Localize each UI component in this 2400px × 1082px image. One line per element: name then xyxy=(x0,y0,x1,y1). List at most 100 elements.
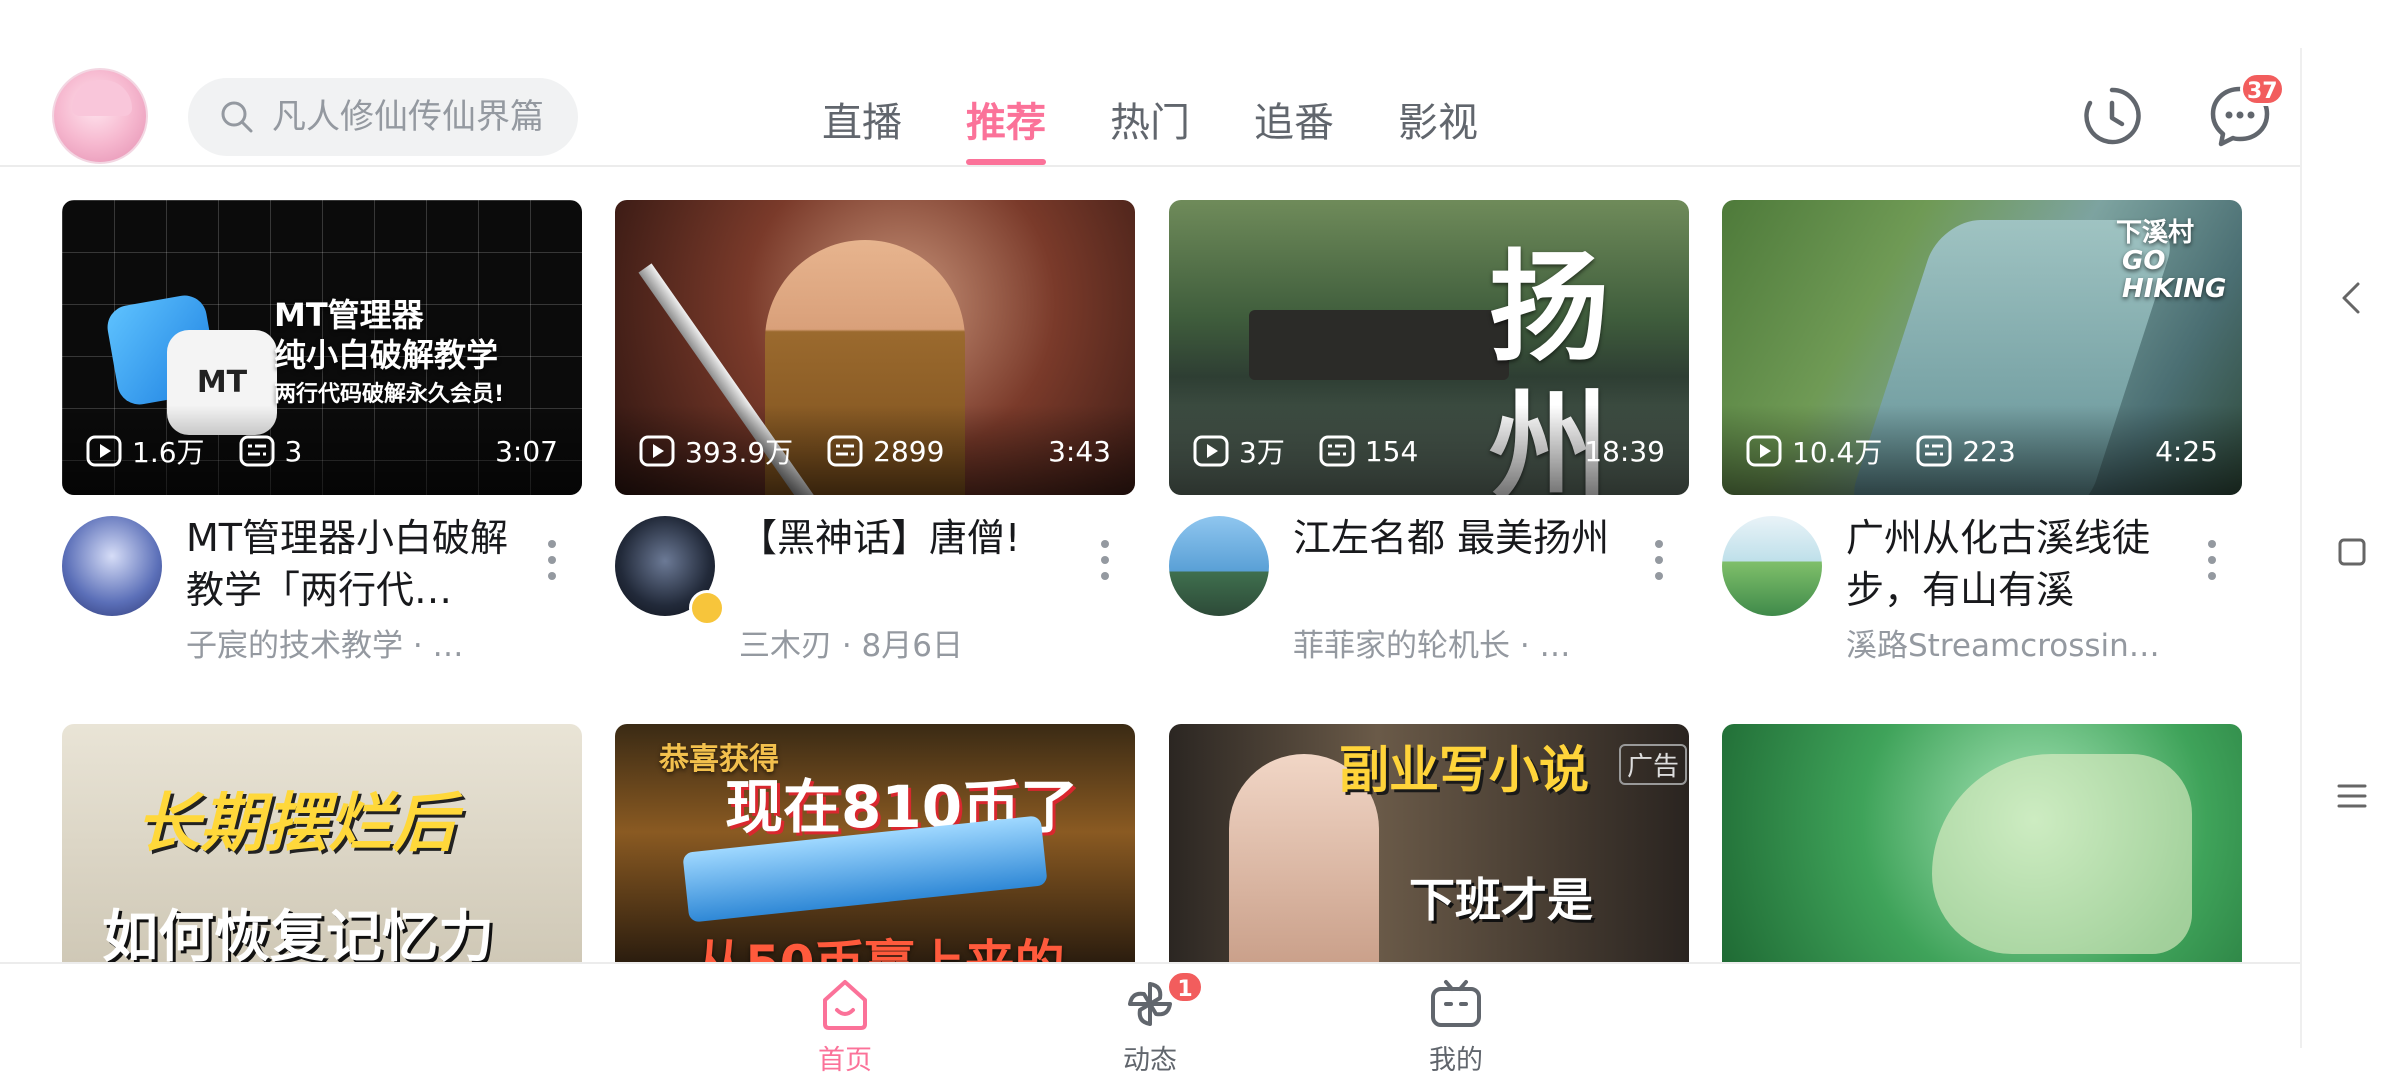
thumb-caption-2: 纯小白破解教学 xyxy=(274,336,499,374)
video-thumbnail[interactable]: 副业写小说 广告 下班才是 xyxy=(1169,724,1689,964)
view-count: 3万 xyxy=(1193,431,1285,471)
home-icon xyxy=(823,980,867,1030)
video-meta[interactable]: 三木刃 · 8月6日 xyxy=(739,620,1069,665)
danmaku-count-text: 3 xyxy=(284,434,303,468)
nav-mine[interactable]: 我的 xyxy=(1396,976,1516,1077)
video-stats: 10.4万 223 4:25 xyxy=(1746,433,2218,469)
tab-movies[interactable]: 影视 xyxy=(1366,80,1510,165)
danmaku-count: 223 xyxy=(1916,434,2016,468)
back-icon[interactable] xyxy=(2330,276,2374,320)
view-count-text: 10.4万 xyxy=(1792,436,1883,469)
nav-mine-label: 我的 xyxy=(1429,1045,1483,1076)
bottom-navigation: 首页 1 动态 我的 xyxy=(0,962,2300,1082)
video-meta[interactable]: 溪路Streamcrossin… xyxy=(1846,620,2176,665)
danmaku-count: 154 xyxy=(1319,435,1418,468)
tab-anime[interactable]: 追番 xyxy=(1222,80,1366,165)
video-meta[interactable]: 子宸的技术教学 · … xyxy=(186,620,516,665)
top-bar: 直播 推荐 热门 追番 影视 37 xyxy=(0,0,2300,167)
play-count-icon xyxy=(86,435,122,467)
home-square-icon[interactable] xyxy=(2330,530,2374,574)
video-thumbnail[interactable]: 393.9万 2899 3:43 xyxy=(615,200,1135,495)
play-count-icon xyxy=(639,435,675,467)
video-thumbnail[interactable]: MT MT管理器 纯小白破解教学 两行代码破解永久会员! 1.6万 3 3:07 xyxy=(62,200,582,495)
view-count: 393.9万 xyxy=(639,431,793,471)
video-duration: 3:43 xyxy=(1048,434,1111,468)
thumb-caption-1: 副业写小说 xyxy=(1339,741,1589,799)
video-info: 江左名都 最美扬州 菲菲家的轮机长 · … xyxy=(1169,512,1689,672)
user-avatar[interactable] xyxy=(52,68,148,164)
video-info: MT管理器小白破解教学「两行代… 子宸的技术教学 · … xyxy=(62,512,582,672)
video-thumbnail[interactable]: 恭喜获得 现在810币了 从50币赢上来的 xyxy=(615,724,1135,964)
category-tabs: 直播 推荐 热门 追番 影视 xyxy=(790,80,1510,165)
view-count-text: 1.6万 xyxy=(132,436,205,469)
video-thumbnail[interactable] xyxy=(1722,724,2242,964)
pavilion-image xyxy=(1249,310,1509,380)
tv-icon xyxy=(1431,980,1481,1027)
thumb-caption-2: GO xyxy=(2122,246,2166,276)
thumb-caption-3: 两行代码破解永久会员! xyxy=(274,382,505,407)
video-duration: 3:07 xyxy=(495,434,558,468)
nav-home-label: 首页 xyxy=(818,1045,872,1076)
thumb-caption-2: 如何恢复记忆力 xyxy=(102,905,494,964)
video-meta[interactable]: 菲菲家的轮机长 · … xyxy=(1293,620,1623,665)
danmaku-count-text: 223 xyxy=(1962,434,2016,468)
video-info: 广州从化古溪线徒步，有山有溪 溪路Streamcrossin… xyxy=(1722,512,2242,672)
nav-dynamic-badge: 1 xyxy=(1166,970,1204,1004)
more-options-icon[interactable] xyxy=(2202,540,2222,590)
menu-icon[interactable] xyxy=(2330,774,2374,818)
danmaku-icon xyxy=(1916,435,1952,467)
danmaku-icon xyxy=(827,435,863,467)
search-box[interactable] xyxy=(188,78,578,156)
thumb-caption-3: HIKING xyxy=(2122,274,2227,304)
clock-icon[interactable] xyxy=(2080,84,2144,148)
more-options-icon[interactable] xyxy=(1649,540,1669,590)
video-stats: 393.9万 2899 3:43 xyxy=(639,433,1111,469)
verified-badge-icon xyxy=(689,590,725,626)
tab-hot[interactable]: 热门 xyxy=(1078,80,1222,165)
play-count-icon xyxy=(1193,435,1229,467)
thumb-caption-1: 下溪村 xyxy=(2116,218,2195,248)
tab-live[interactable]: 直播 xyxy=(790,80,934,165)
thumb-caption-2: 下班才是 xyxy=(1409,873,1593,927)
search-input[interactable] xyxy=(270,96,574,138)
more-options-icon[interactable] xyxy=(1095,540,1115,590)
video-thumbnail[interactable]: 扬 州 3万 154 18:39 xyxy=(1169,200,1689,495)
video-stats: 3万 154 18:39 xyxy=(1193,433,1665,469)
app-window: 直播 推荐 热门 追番 影视 37 MT MT管理器 纯小白破解教学 xyxy=(0,0,2300,1082)
video-thumbnail[interactable]: 下溪村 GO HIKING 10.4万 223 4:25 xyxy=(1722,200,2242,495)
view-count-text: 393.9万 xyxy=(685,436,794,469)
uploader-avatar[interactable] xyxy=(1722,516,1822,616)
view-count: 1.6万 xyxy=(86,431,205,471)
nav-dynamic-label: 动态 xyxy=(1123,1045,1177,1076)
video-title[interactable]: 广州从化古溪线徒步，有山有溪 xyxy=(1846,512,2176,616)
nav-dynamic[interactable]: 1 动态 xyxy=(1090,970,1210,1077)
ad-label: 广告 xyxy=(1619,744,1688,785)
danmaku-count: 2899 xyxy=(827,435,944,468)
message-badge: 37 xyxy=(2240,72,2285,106)
danmaku-icon xyxy=(239,435,275,467)
anime-figure-image xyxy=(1932,754,2192,954)
danmaku-count-text: 154 xyxy=(1364,434,1419,468)
video-duration: 18:39 xyxy=(1584,434,1665,468)
video-stats: 1.6万 3 3:07 xyxy=(86,433,558,469)
view-count-text: 3万 xyxy=(1239,436,1285,469)
play-count-icon xyxy=(1746,435,1782,467)
uploader-avatar[interactable] xyxy=(1169,516,1269,616)
danmaku-icon xyxy=(1319,435,1355,467)
view-count: 10.4万 xyxy=(1746,431,1882,471)
uploader-avatar[interactable] xyxy=(62,516,162,616)
search-icon xyxy=(221,101,253,133)
video-info: 【黑神话】唐僧! 三木刃 · 8月6日 xyxy=(615,512,1135,672)
thumb-caption-3: 从50币赢上来的 xyxy=(695,935,1065,964)
thumb-caption-1: 长期摆烂后 xyxy=(136,787,456,861)
video-thumbnail[interactable]: 长期摆烂后 如何恢复记忆力 xyxy=(62,724,582,964)
nav-home[interactable]: 首页 xyxy=(785,976,905,1077)
tab-recommend[interactable]: 推荐 xyxy=(934,80,1078,165)
video-title[interactable]: MT管理器小白破解教学「两行代… xyxy=(186,512,516,616)
more-options-icon[interactable] xyxy=(542,540,562,590)
video-title[interactable]: 江左名都 最美扬州 xyxy=(1293,512,1623,564)
system-nav-bar xyxy=(2300,48,2400,1048)
video-title[interactable]: 【黑神话】唐僧! xyxy=(739,512,1069,564)
video-duration: 4:25 xyxy=(2155,434,2218,468)
danmaku-count-text: 2899 xyxy=(873,434,945,468)
